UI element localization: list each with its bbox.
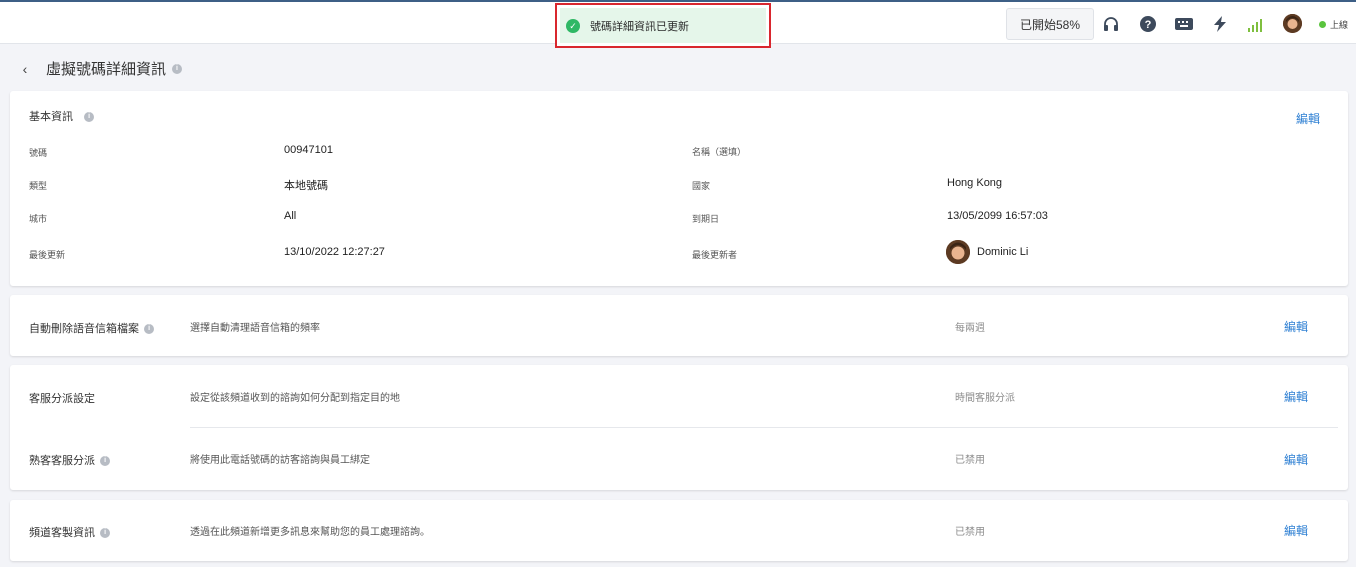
page-title: 虛擬號碼詳細資訊	[46, 61, 167, 78]
routing-card: 客服分派設定 設定從該頻道收到的諮詢如何分配到指定目的地 時間客服分派 編輯 熟…	[10, 365, 1348, 490]
info-icon[interactable]: i	[100, 456, 111, 467]
headset-icon[interactable]	[1101, 14, 1121, 34]
last-updated-value: 13/10/2022 12:27:27	[284, 246, 385, 258]
onboarding-progress-button[interactable]: 已開始58%	[1006, 8, 1094, 40]
check-circle-icon: ✓	[566, 18, 580, 33]
sticky-routing-desc: 將使用此電話號碼的訪客諮詢與員工綁定	[190, 455, 370, 466]
user-avatar[interactable]	[1283, 14, 1302, 33]
online-status-text[interactable]: 上線	[1330, 18, 1348, 31]
number-value: 00947101	[284, 144, 333, 156]
routing-value: 時間客服分派	[955, 393, 1015, 404]
country-label: 國家	[692, 181, 711, 191]
custom-info-value: 已禁用	[955, 527, 985, 538]
custom-info-desc: 透過在此頻道新增更多訊息來幫助您的員工處理諮詢。	[190, 527, 430, 538]
info-icon[interactable]: i	[84, 112, 95, 123]
back-chevron-icon[interactable]: ‹	[18, 60, 32, 78]
expiry-label: 到期日	[692, 214, 720, 224]
info-icon[interactable]: i	[144, 324, 155, 335]
city-label: 城市	[29, 214, 48, 224]
basic-info-card: 基本資訊 i 編輯 號碼 00947101 類型 本地號碼 城市 All 最後更…	[10, 91, 1348, 286]
voicemail-value: 每兩週	[955, 323, 985, 334]
row-divider	[190, 427, 1338, 428]
online-status-dot	[1319, 21, 1326, 28]
sticky-routing-value: 已禁用	[955, 455, 985, 466]
toast-message: 號碼詳細資訊已更新	[590, 20, 689, 33]
info-icon[interactable]: i	[172, 63, 183, 74]
edit-sticky-routing-link[interactable]: 編輯	[1284, 451, 1308, 468]
expiry-value: 13/05/2099 16:57:03	[947, 210, 1048, 222]
success-toast: ✓ 號碼詳細資訊已更新	[555, 3, 771, 48]
number-label: 號碼	[29, 148, 48, 158]
voicemail-label: 自動刪除語音信箱檔案 i	[29, 320, 155, 336]
bolt-icon[interactable]	[1210, 14, 1230, 34]
type-label: 類型	[29, 181, 48, 191]
edit-basic-info-link[interactable]: 編輯	[1296, 110, 1320, 127]
last-updated-label: 最後更新	[29, 250, 66, 260]
name-label: 名稱（選填）	[692, 147, 747, 157]
page-header: ‹ 虛擬號碼詳細資訊 i	[18, 58, 183, 79]
custom-info-label: 頻道客製資訊 i	[29, 524, 111, 540]
basic-info-title: 基本資訊 i	[29, 108, 95, 124]
updater-avatar	[946, 240, 970, 264]
country-value: Hong Kong	[947, 177, 1003, 189]
info-icon[interactable]: i	[100, 528, 111, 539]
signal-icon	[1246, 14, 1266, 34]
edit-routing-link[interactable]: 編輯	[1284, 388, 1308, 405]
help-icon[interactable]: ?	[1138, 14, 1158, 34]
last-updated-by-label: 最後更新者	[692, 250, 738, 260]
edit-voicemail-link[interactable]: 編輯	[1284, 318, 1308, 335]
routing-desc: 設定從該頻道收到的諮詢如何分配到指定目的地	[190, 393, 400, 404]
voicemail-card: 自動刪除語音信箱檔案 i 選擇自動清理語音信箱的頻率 每兩週 編輯	[10, 295, 1348, 356]
custom-info-card: 頻道客製資訊 i 透過在此頻道新增更多訊息來幫助您的員工處理諮詢。 已禁用 編輯	[10, 500, 1348, 561]
voicemail-desc: 選擇自動清理語音信箱的頻率	[190, 323, 320, 334]
type-value: 本地號碼	[284, 180, 328, 192]
edit-custom-info-link[interactable]: 編輯	[1284, 522, 1308, 539]
routing-label: 客服分派設定	[29, 393, 95, 405]
keyboard-icon[interactable]	[1174, 14, 1194, 34]
svg-text:?: ?	[1145, 19, 1152, 31]
city-value: All	[284, 210, 297, 222]
last-updated-by-value: Dominic Li	[977, 246, 1029, 258]
sticky-routing-label: 熟客客服分派 i	[29, 452, 111, 468]
